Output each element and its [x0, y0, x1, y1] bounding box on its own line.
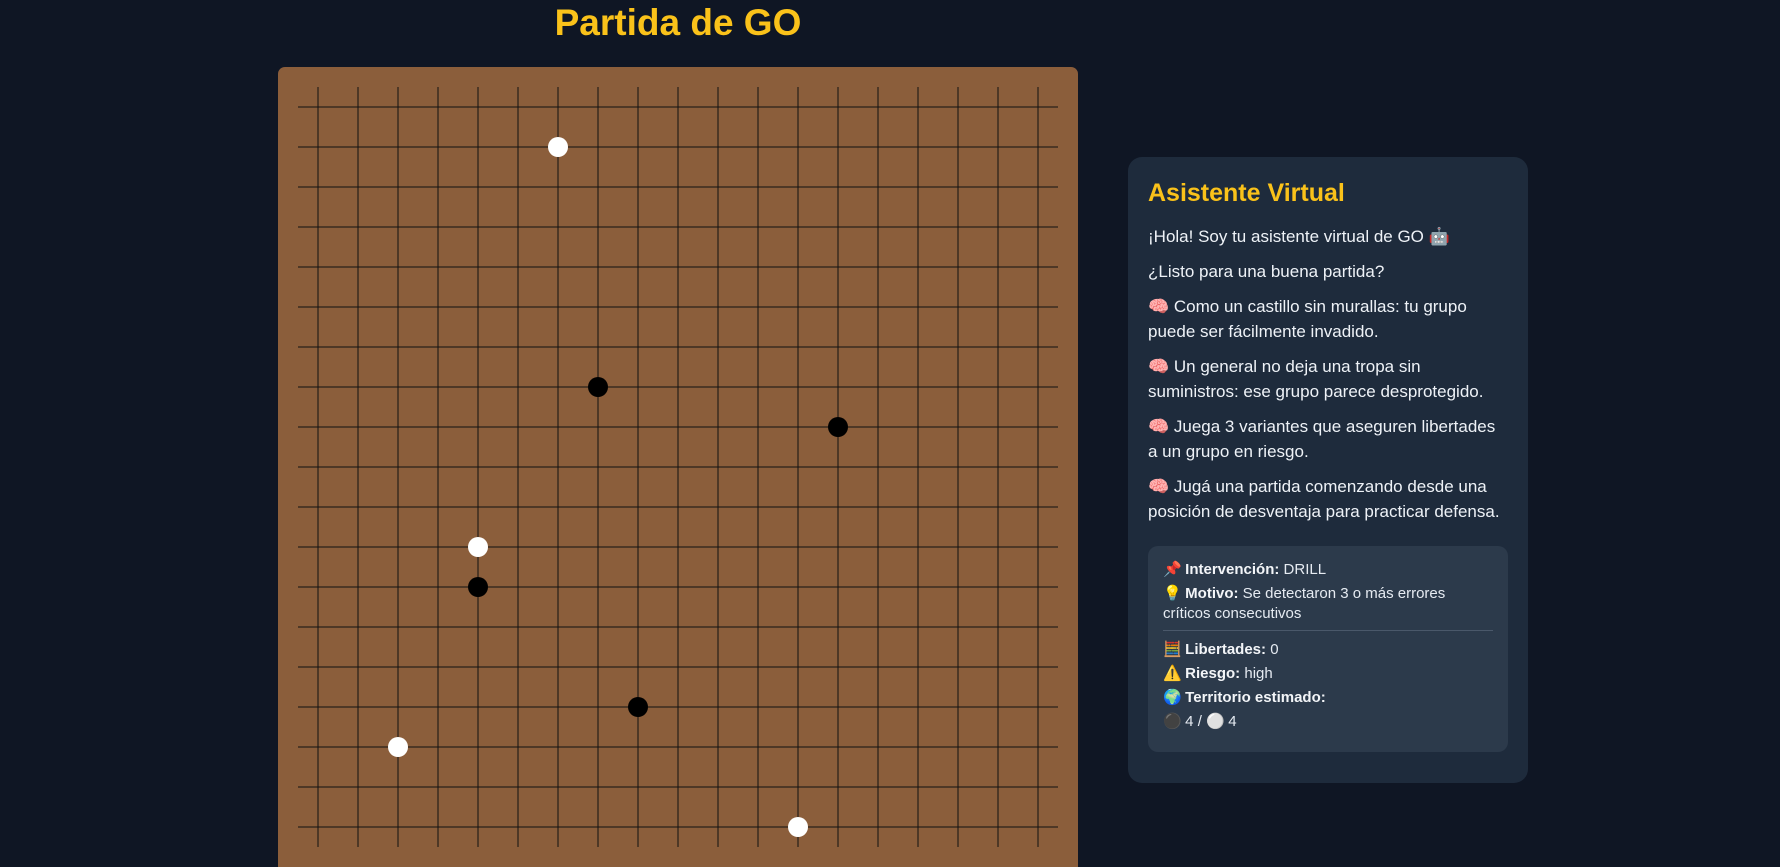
warning-icon: ⚠️	[1163, 665, 1182, 682]
territory-separator: /	[1197, 713, 1202, 730]
assistant-message: 🧠 Juega 3 variantes que aseguren liberta…	[1148, 417, 1496, 461]
intervention-info-box: 📌 Intervención: DRILL 💡 Motivo: Se detec…	[1148, 546, 1508, 752]
liberties-label: Libertades:	[1185, 641, 1267, 658]
abacus-icon: 🧮	[1163, 641, 1182, 658]
black-stone-icon: ⚫	[1163, 713, 1182, 730]
assistant-message: 🧠 Como un castillo sin murallas: tu grup…	[1148, 297, 1467, 341]
pin-icon: 📌	[1163, 561, 1182, 578]
go-board-grid[interactable]	[278, 67, 1078, 867]
intervention-row: 📌 Intervención: DRILL	[1163, 560, 1493, 580]
page-title: Partida de GO	[554, 2, 802, 43]
risk-row: ⚠️ Riesgo: high	[1163, 664, 1493, 684]
lightbulb-icon: 💡	[1163, 585, 1182, 602]
intervention-label: Intervención:	[1185, 561, 1280, 578]
motive-label: Motivo:	[1185, 585, 1239, 602]
go-board[interactable]	[278, 67, 1078, 867]
liberties-value: 0	[1270, 641, 1279, 658]
territory-white-value: 4	[1228, 713, 1237, 730]
assistant-message: 🧠 Jugá una partida comenzando desde una …	[1148, 477, 1500, 521]
risk-value: high	[1244, 665, 1273, 682]
intervention-value: DRILL	[1283, 561, 1327, 578]
territory-values: ⚫ 4 / ⚪ 4	[1163, 712, 1493, 732]
divider	[1163, 630, 1493, 631]
assistant-message: ¡Hola! Soy tu asistente virtual de GO 🤖	[1148, 227, 1450, 246]
white-stone[interactable]	[548, 137, 568, 157]
black-stone[interactable]	[588, 377, 608, 397]
globe-icon: 🌍	[1163, 689, 1182, 706]
territory-row: 🌍 Territorio estimado:	[1163, 688, 1493, 708]
white-stone[interactable]	[468, 537, 488, 557]
assistant-panel: Asistente Virtual ¡Hola! Soy tu asistent…	[1128, 157, 1528, 783]
territory-label: Territorio estimado:	[1185, 689, 1326, 706]
black-stone[interactable]	[828, 417, 848, 437]
black-stone[interactable]	[468, 577, 488, 597]
assistant-message: 🧠 Un general no deja una tropa sin sumin…	[1148, 357, 1484, 401]
black-stone[interactable]	[628, 697, 648, 717]
white-stone[interactable]	[388, 737, 408, 757]
motive-row: 💡 Motivo: Se detectaron 3 o más errores …	[1163, 584, 1493, 624]
liberties-row: 🧮 Libertades: 0	[1163, 640, 1493, 660]
assistant-message: ¿Listo para una buena partida?	[1148, 262, 1385, 281]
territory-black-value: 4	[1185, 713, 1194, 730]
white-stone[interactable]	[788, 817, 808, 837]
risk-label: Riesgo:	[1185, 665, 1241, 682]
white-stone-icon: ⚪	[1206, 713, 1225, 730]
assistant-title: Asistente Virtual	[1148, 179, 1345, 207]
